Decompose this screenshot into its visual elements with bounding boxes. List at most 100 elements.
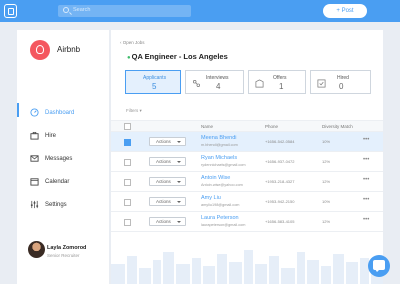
chevron-down-icon: ▾ [139,108,142,113]
stage-hired[interactable]: Hired 0 [310,70,371,94]
sidebar-item-hire[interactable]: Hire [17,124,109,147]
sidebar-item-messages[interactable]: Messages [17,147,109,170]
candidate-email: amyliu198@gmail.com [201,203,240,207]
candidates-table: Name Phone Diversity Match Actions Meena… [111,120,383,232]
candidate-email: m.bhendi@gmail.com [201,143,238,147]
candidate-phone: +1656-542-0584 [265,139,295,144]
sliders-icon [30,200,39,209]
candidate-match: 12% [322,219,331,224]
brand-name: Airbnb [57,45,81,54]
chat-button[interactable] [368,255,390,277]
status-dot-icon: ● [127,55,131,61]
sidebar: Airbnb Dashboard Hire Messages Calendar [17,30,109,284]
envelope-icon [30,154,39,163]
candidate-phone: +1656-937-0472 [265,159,295,164]
chat-bubble-icon [373,260,385,272]
candidate-name[interactable]: Antoin Wise [201,175,230,181]
candidate-name[interactable]: Laura Peterson [201,215,239,221]
job-title-text: QA Engineer - Los Angeles [131,52,228,61]
table-row[interactable]: Actions Laura Peterson laurapeterson@gma… [111,212,383,232]
table-row[interactable]: Actions Meena Bhendi m.bhendi@gmail.com … [111,132,383,152]
candidate-email: rydennichaels@gmail.com [201,163,246,167]
sidebar-item-calendar[interactable]: Calendar [17,170,109,193]
filters-dropdown[interactable]: Filters ▾ [126,108,142,114]
row-checkbox[interactable] [124,139,131,146]
more-options-icon[interactable]: ••• [363,217,369,223]
select-all-checkbox[interactable] [124,123,131,130]
more-options-icon[interactable]: ••• [363,177,369,183]
actions-dropdown[interactable]: Actions [149,177,186,186]
candidate-phone: +1953-942-2150 [265,199,295,204]
more-options-icon[interactable]: ••• [363,137,369,143]
actions-dropdown[interactable]: Actions [149,137,186,146]
stage-label: Hired [337,75,349,81]
filters-label: Filters [126,108,139,113]
stage-count: 4 [216,82,221,91]
calendar-icon [30,177,39,186]
candidate-name[interactable]: Meena Bhendi [201,135,236,141]
user-role: Senior Recruiter [47,253,80,258]
stage-offers[interactable]: Offers 1 [248,70,306,94]
interviews-icon [192,79,201,88]
stage-applicants[interactable]: Applicants 5 [125,70,181,94]
candidate-name[interactable]: Ryan Michaels [201,155,237,161]
stage-interviews[interactable]: Interviews 4 [185,70,244,94]
main-panel: ‹ Open Jobs ●QA Engineer - Los Angeles A… [111,30,383,284]
stage-count: 5 [152,82,157,91]
candidate-name[interactable]: Amy Liu [201,195,221,201]
search-input[interactable]: Search [58,5,191,17]
city-skyline-illustration [111,250,383,284]
back-link[interactable]: ‹ Open Jobs [120,40,145,45]
page-title: ●QA Engineer - Los Angeles [127,52,228,61]
candidate-match: 12% [322,179,331,184]
more-options-icon[interactable]: ••• [363,157,369,163]
sidebar-item-label: Dashboard [45,109,75,116]
sidebar-item-label: Calendar [45,178,70,185]
row-checkbox[interactable] [124,159,131,166]
row-checkbox[interactable] [124,179,131,186]
row-checkbox[interactable] [124,219,131,226]
sidebar-item-dashboard[interactable]: Dashboard [17,101,109,124]
actions-dropdown[interactable]: Actions [149,217,186,226]
sidebar-item-label: Hire [45,132,57,139]
candidate-email: laurapeterson@gmail.com [201,223,246,227]
stage-count: 1 [279,82,284,91]
candidate-match: 10% [322,139,331,144]
offers-icon [255,79,264,88]
sidebar-nav: Dashboard Hire Messages Calendar Setting… [17,101,109,216]
table-header: Name Phone Diversity Match [111,120,383,132]
home-logo-icon[interactable] [4,4,17,18]
candidate-match: 12% [322,159,331,164]
dashboard-icon [30,108,39,117]
post-button[interactable]: + Post [323,4,367,18]
user-name: Layla Zomorod [47,245,87,251]
hired-icon [317,79,326,88]
column-header-match[interactable]: Diversity Match [322,124,353,129]
actions-dropdown[interactable]: Actions [149,157,186,166]
sidebar-item-settings[interactable]: Settings [17,193,109,216]
candidate-phone: +1656-583-4105 [265,219,295,224]
candidate-phone: +1953-218-4327 [265,179,295,184]
sidebar-item-label: Settings [45,201,67,208]
candidate-match: 10% [322,199,331,204]
actions-dropdown[interactable]: Actions [149,197,186,206]
search-placeholder: Search [73,7,91,13]
briefcase-icon [30,131,39,140]
column-header-phone[interactable]: Phone [265,124,278,129]
airbnb-logo-icon [30,40,50,60]
stage-label: Applicants [143,75,167,81]
table-row[interactable]: Actions Amy Liu amyliu198@gmail.com +195… [111,192,383,212]
search-icon [63,7,69,13]
row-checkbox[interactable] [124,199,131,206]
back-link-label: Open Jobs [122,40,145,45]
avatar[interactable] [28,241,45,258]
table-row[interactable]: Actions Antoin Wise Antoin.wise@yahoo.co… [111,172,383,192]
more-options-icon[interactable]: ••• [363,197,369,203]
table-row[interactable]: Actions Ryan Michaels rydennichaels@gmai… [111,152,383,172]
stage-label: Interviews [206,75,229,81]
candidate-email: Antoin.wise@yahoo.com [201,183,243,187]
pipeline-stages: Applicants 5 Interviews 4 Offers 1 Hired… [125,70,373,94]
stage-count: 0 [339,82,344,91]
column-header-name[interactable]: Name [201,124,213,129]
top-bar: Search + Post [0,0,400,22]
